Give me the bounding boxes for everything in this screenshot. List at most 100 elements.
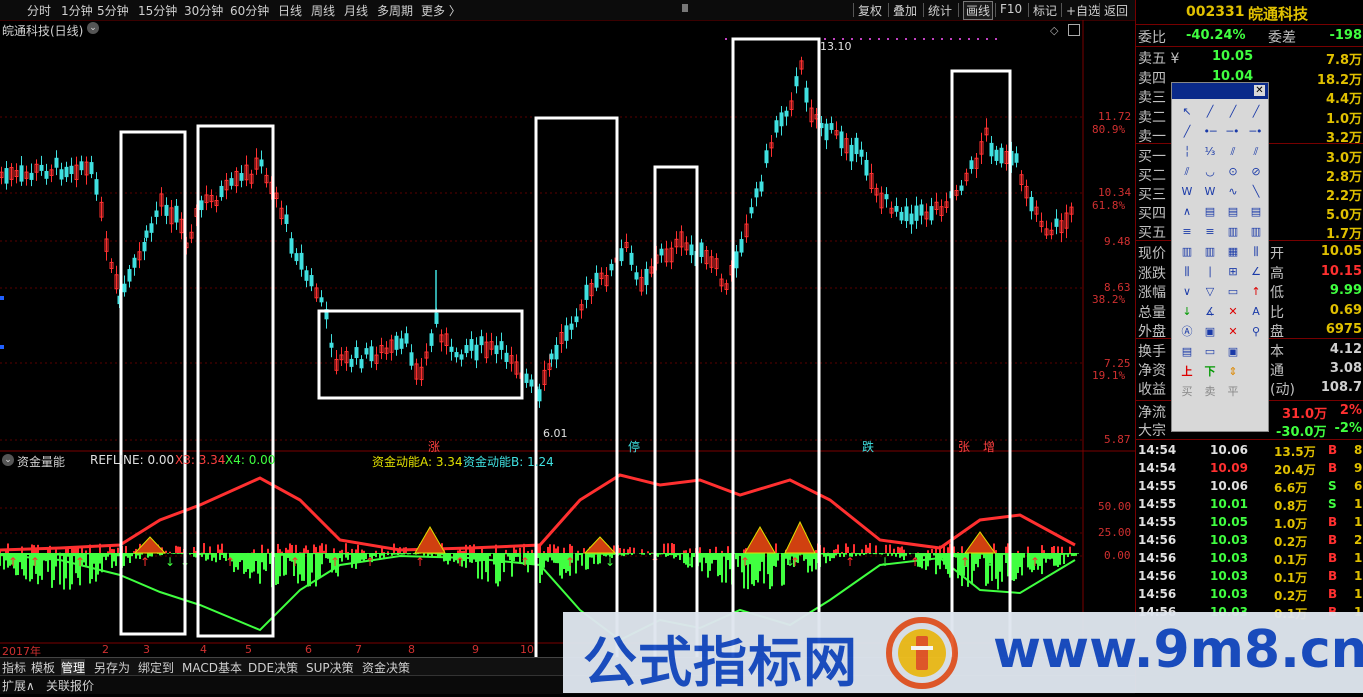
trade-row[interactable]: 14:54 10.09 20.4万 B 9 — [1136, 459, 1363, 477]
tab-0[interactable]: 指标 — [2, 659, 26, 676]
percent-icon[interactable]: ≡ — [1178, 223, 1196, 241]
menu-right-item-4[interactable]: F10 — [1000, 2, 1022, 16]
tab-8[interactable]: 资金决策 — [362, 659, 410, 676]
stamp-icon[interactable]: ▣ — [1201, 323, 1219, 341]
menu-item-9[interactable]: 多周期 — [377, 2, 413, 19]
lock-icon[interactable]: ⚲ — [1247, 323, 1265, 341]
line-icon[interactable]: ╱ — [1201, 103, 1219, 121]
trade-mark-1[interactable]: 卖 — [1201, 383, 1219, 401]
ext-tab-0[interactable]: 扩展∧ — [2, 677, 35, 694]
menu-right-item-0[interactable]: 复权 — [858, 2, 882, 19]
indicator-chevron-icon[interactable]: ⌄ — [2, 454, 14, 466]
note-icon[interactable]: ▤ — [1178, 343, 1196, 361]
trade-row[interactable]: 14:55 10.06 6.6万 S 6 — [1136, 477, 1363, 495]
tab-4[interactable]: 绑定到 — [138, 659, 174, 676]
menu-item-7[interactable]: 周线 — [311, 2, 335, 19]
menu-right-item-5[interactable]: 标记 — [1033, 2, 1057, 19]
divider-icon[interactable]: ∣ — [1201, 263, 1219, 281]
wave-icon[interactable]: W — [1178, 183, 1196, 201]
menu-item-5[interactable]: 60分钟 — [230, 2, 269, 19]
gann-box-icon[interactable]: ▥ — [1201, 243, 1219, 261]
menu-item-6[interactable]: 日线 — [278, 2, 302, 19]
trade-row[interactable]: 14:56 10.03 0.1万 B 1 — [1136, 567, 1363, 585]
menu-right-item-7[interactable]: 返回 — [1104, 2, 1128, 19]
text-icon[interactable]: A — [1247, 303, 1265, 321]
fib-time-icon[interactable]: ▤ — [1247, 203, 1265, 221]
delete-icon[interactable]: ✕ — [1224, 303, 1242, 321]
trade-row[interactable]: 14:56 10.03 0.2万 B 1 — [1136, 585, 1363, 603]
fib-arc-icon[interactable]: ▤ — [1224, 203, 1242, 221]
menu-right-item-1[interactable]: 叠加 — [893, 2, 917, 19]
menu-item-1[interactable]: 1分钟 — [61, 2, 93, 19]
marker-icon[interactable]: ⇕ — [1224, 363, 1242, 381]
window-box-icon[interactable] — [1068, 24, 1080, 36]
diamond-icon[interactable]: ◇ — [1050, 24, 1058, 37]
tab-1[interactable]: 模板 — [31, 659, 55, 676]
triangle-icon[interactable]: ▽ — [1201, 283, 1219, 301]
wave2-icon[interactable]: W — [1201, 183, 1219, 201]
ellipse-icon[interactable]: ⊘ — [1247, 163, 1265, 181]
angle-icon[interactable]: ∠ — [1247, 263, 1265, 281]
pointer-icon[interactable]: ↖ — [1178, 103, 1196, 121]
fibonacci-icon[interactable]: ⅓ — [1201, 143, 1219, 161]
up-arrow-icon[interactable]: ↑ — [1247, 283, 1265, 301]
down-label-icon[interactable]: 下 — [1201, 363, 1219, 381]
text-box-icon[interactable]: Ⓐ — [1178, 323, 1196, 341]
menu-right-item-3[interactable]: 画线 — [963, 1, 994, 20]
erase-icon[interactable]: ✕ — [1224, 323, 1242, 341]
tab-3[interactable]: 另存为 — [94, 659, 130, 676]
trend-icon[interactable]: ╲ — [1247, 183, 1265, 201]
trade-mark-2[interactable]: 平 — [1224, 383, 1242, 401]
vertical-line-icon[interactable]: ╎ — [1178, 143, 1196, 161]
ext-tab-1[interactable]: 关联报价 — [46, 677, 94, 694]
channel-icon[interactable]: ⫽ — [1224, 143, 1242, 161]
trade-mark-0[interactable]: 买 — [1178, 383, 1196, 401]
arrow-line-icon[interactable]: ╱ — [1178, 123, 1196, 141]
toolbox-titlebar[interactable]: ✕ — [1172, 83, 1268, 99]
tab-5[interactable]: MACD基本 — [182, 659, 242, 676]
fib-fan-icon[interactable]: ▤ — [1201, 203, 1219, 221]
rectangle-icon[interactable]: ▭ — [1224, 283, 1242, 301]
ray-icon[interactable]: ╱ — [1224, 103, 1242, 121]
measure-icon[interactable]: ∡ — [1201, 303, 1219, 321]
horizontal-ray-icon[interactable]: ─• — [1247, 123, 1265, 141]
trade-row[interactable]: 14:56 10.03 0.1万 B 1 — [1136, 549, 1363, 567]
menu-item-8[interactable]: 月线 — [344, 2, 368, 19]
parallel-icon[interactable]: •─ — [1201, 123, 1219, 141]
chevron-down-icon[interactable]: ⌄ — [87, 22, 99, 34]
arc-icon[interactable]: ◡ — [1201, 163, 1219, 181]
cycle-icon[interactable]: ▥ — [1224, 223, 1242, 241]
circle-icon[interactable]: ⊙ — [1224, 163, 1242, 181]
menu-item-3[interactable]: 15分钟 — [138, 2, 177, 19]
check-icon[interactable]: ∨ — [1178, 283, 1196, 301]
snapshot-icon[interactable]: ▣ — [1224, 343, 1242, 361]
ticks-icon[interactable]: ⫼ — [1178, 263, 1196, 281]
period-icon[interactable]: ▥ — [1247, 223, 1265, 241]
tab-6[interactable]: DDE决策 — [248, 659, 298, 676]
menu-right-item-6[interactable]: +自选 — [1066, 2, 1100, 19]
segment-icon[interactable]: ╱ — [1247, 103, 1265, 121]
parallel-channel-icon[interactable]: ⫽ — [1247, 143, 1265, 161]
menu-item-0[interactable]: 分时 — [27, 2, 51, 19]
speed-line-icon[interactable]: ≡ — [1201, 223, 1219, 241]
box-icon[interactable]: ▦ — [1224, 243, 1242, 261]
horizontal-line-icon[interactable]: ─• — [1224, 123, 1242, 141]
time-zone-icon[interactable]: ▥ — [1178, 243, 1196, 261]
scroll-handle[interactable] — [682, 4, 688, 12]
trade-row[interactable]: 14:55 10.01 0.8万 S 1 — [1136, 495, 1363, 513]
drawing-toolbox[interactable]: ✕ ↖ ╱ ╱ ╱ ╱ •─ ─• ─• ╎ ⅓ ⫽ ⫽ ⫽ ◡ ⊙ ⊘ W W ∿ ╲ ∧ ▤ ▤ ▤ ≡ ≡ ▥ ▥ ▥ ▥ ▦ ⫼ ⫼ ∣ ⊞… — [1171, 82, 1269, 432]
ruler-icon[interactable]: ▭ — [1201, 343, 1219, 361]
down-arrow-icon[interactable]: ↓ — [1178, 303, 1196, 321]
close-icon[interactable]: ✕ — [1254, 85, 1265, 96]
tab-7[interactable]: SUP决策 — [306, 659, 354, 676]
bars-icon[interactable]: ⫼ — [1247, 243, 1265, 261]
tab-2[interactable]: 管理 — [61, 659, 86, 676]
gann-icon[interactable]: ∧ — [1178, 203, 1196, 221]
grid-icon[interactable]: ⊞ — [1224, 263, 1242, 281]
trade-row[interactable]: 14:56 10.03 0.2万 B 2 — [1136, 531, 1363, 549]
menu-item-2[interactable]: 5分钟 — [97, 2, 129, 19]
menu-item-4[interactable]: 30分钟 — [184, 2, 223, 19]
up-label-icon[interactable]: 上 — [1178, 363, 1196, 381]
menu-right-item-2[interactable]: 统计 — [928, 2, 952, 19]
sine-icon[interactable]: ∿ — [1224, 183, 1242, 201]
